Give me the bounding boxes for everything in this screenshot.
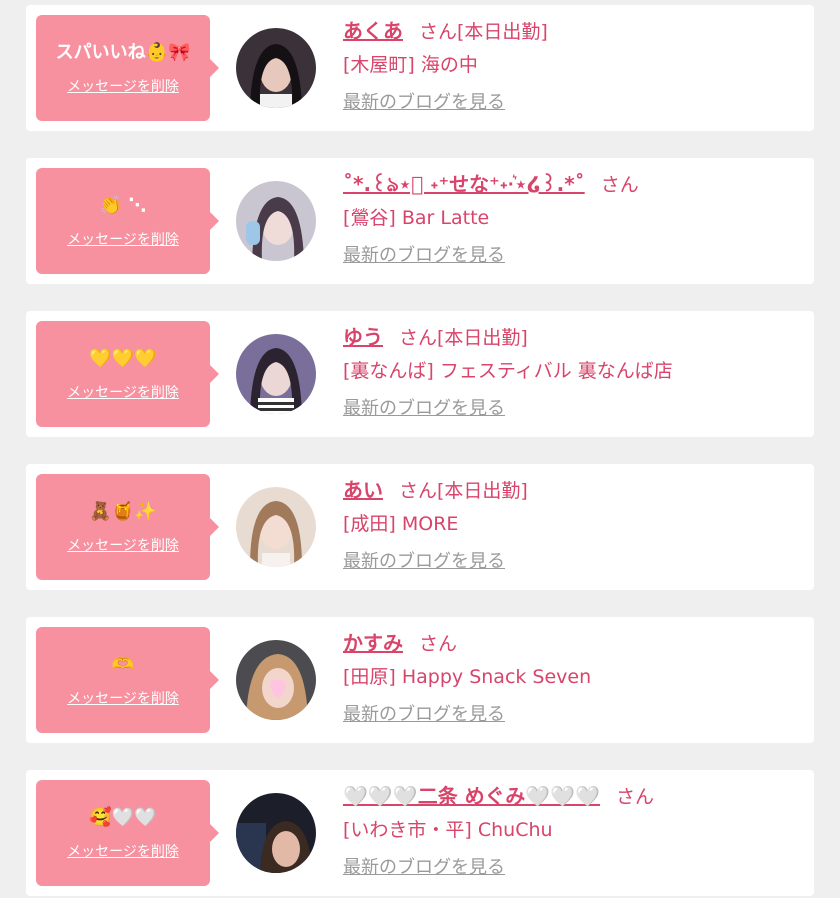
message-text: スパいいね👶🎀 [55, 42, 191, 63]
honorific: さん [419, 633, 458, 655]
message-text: 💛💛💛 [89, 348, 157, 369]
honorific: さん [419, 21, 458, 43]
work-status: [本日出勤] [437, 327, 528, 349]
latest-blog-link[interactable]: 最新のブログを見る [343, 395, 505, 423]
shop-info: [裏なんば] フェスティバル 裏なんば店 [343, 360, 673, 382]
message-card: 👏 ⋱ メッセージを削除 ˚*.꒰ঌ⋆͛ ˖⁺せな⁺˖·͛⋆໒꒱.*˚ さん [鶯… [26, 158, 814, 284]
avatar[interactable] [236, 487, 316, 567]
message-text: 🥰🤍🤍 [89, 807, 157, 828]
work-status: [本日出勤] [437, 480, 528, 502]
avatar[interactable] [236, 793, 316, 873]
cast-name-link[interactable]: あくあ [343, 19, 403, 43]
message-bubble: 👏 ⋱ メッセージを削除 [36, 168, 219, 274]
message-text: 🧸🍯✨ [89, 501, 157, 522]
shop-info: [木屋町] 海の中 [343, 54, 478, 76]
message-card: 💛💛💛 メッセージを削除 ゆう さん[本日出勤] [裏なんば] フェスティバル 裏… [26, 311, 814, 437]
avatar[interactable] [236, 181, 316, 261]
avatar[interactable] [236, 28, 316, 108]
latest-blog-link[interactable]: 最新のブログを見る [343, 242, 505, 270]
honorific: さん [600, 174, 639, 196]
cast-name-link[interactable]: あい [343, 478, 383, 502]
message-card: 🧸🍯✨ メッセージを削除 あい さん[本日出勤] [成田] MORE 最新のブログ… [26, 464, 814, 590]
cast-name-link[interactable]: ˚*.꒰ঌ⋆͛ ˖⁺せな⁺˖·͛⋆໒꒱.*˚ [343, 172, 585, 196]
message-text: 👏 ⋱ [99, 195, 147, 216]
latest-blog-link[interactable]: 最新のブログを見る [343, 854, 505, 882]
shop-info: [田原] Happy Snack Seven [343, 666, 592, 688]
honorific: さん [399, 480, 438, 502]
honorific: さん [399, 327, 438, 349]
message-card: スパいいね👶🎀 メッセージを削除 あくあ さん[本日出勤] [木屋町] 海の中 最… [26, 5, 814, 131]
avatar[interactable] [236, 334, 316, 414]
cast-name-link[interactable]: 🤍🤍🤍二条 めぐみ🤍🤍🤍 [343, 784, 600, 808]
cast-name-link[interactable]: かすみ [343, 631, 403, 655]
message-bubble: 🥰🤍🤍 メッセージを削除 [36, 780, 219, 886]
delete-message-link[interactable]: メッセージを削除 [67, 535, 179, 555]
message-text: 🫶 [111, 654, 135, 675]
cast-name-link[interactable]: ゆう [343, 325, 383, 349]
message-bubble: 🫶 メッセージを削除 [36, 627, 219, 733]
delete-message-link[interactable]: メッセージを削除 [67, 229, 179, 249]
message-card: 🫶 メッセージを削除 かすみ さん [田原] Happy Snack Seven … [26, 617, 814, 743]
shop-info: [成田] MORE [343, 513, 459, 535]
message-card: 🥰🤍🤍 メッセージを削除 🤍🤍🤍二条 めぐみ🤍🤍🤍 さん [いわき市・平] Chu… [26, 770, 814, 896]
delete-message-link[interactable]: メッセージを削除 [67, 841, 179, 861]
delete-message-link[interactable]: メッセージを削除 [67, 688, 179, 708]
delete-message-link[interactable]: メッセージを削除 [67, 382, 179, 402]
work-status: [本日出勤] [457, 21, 548, 43]
delete-message-link[interactable]: メッセージを削除 [67, 76, 179, 96]
message-bubble: 🧸🍯✨ メッセージを削除 [36, 474, 219, 580]
message-bubble: 💛💛💛 メッセージを削除 [36, 321, 219, 427]
latest-blog-link[interactable]: 最新のブログを見る [343, 701, 505, 729]
shop-info: [鶯谷] Bar Latte [343, 207, 490, 229]
message-list: スパいいね👶🎀 メッセージを削除 あくあ さん[本日出勤] [木屋町] 海の中 最… [0, 0, 840, 898]
latest-blog-link[interactable]: 最新のブログを見る [343, 89, 505, 117]
avatar[interactable] [236, 640, 316, 720]
honorific: さん [615, 786, 654, 808]
latest-blog-link[interactable]: 最新のブログを見る [343, 548, 505, 576]
shop-info: [いわき市・平] ChuChu [343, 819, 553, 841]
message-bubble: スパいいね👶🎀 メッセージを削除 [36, 15, 219, 121]
